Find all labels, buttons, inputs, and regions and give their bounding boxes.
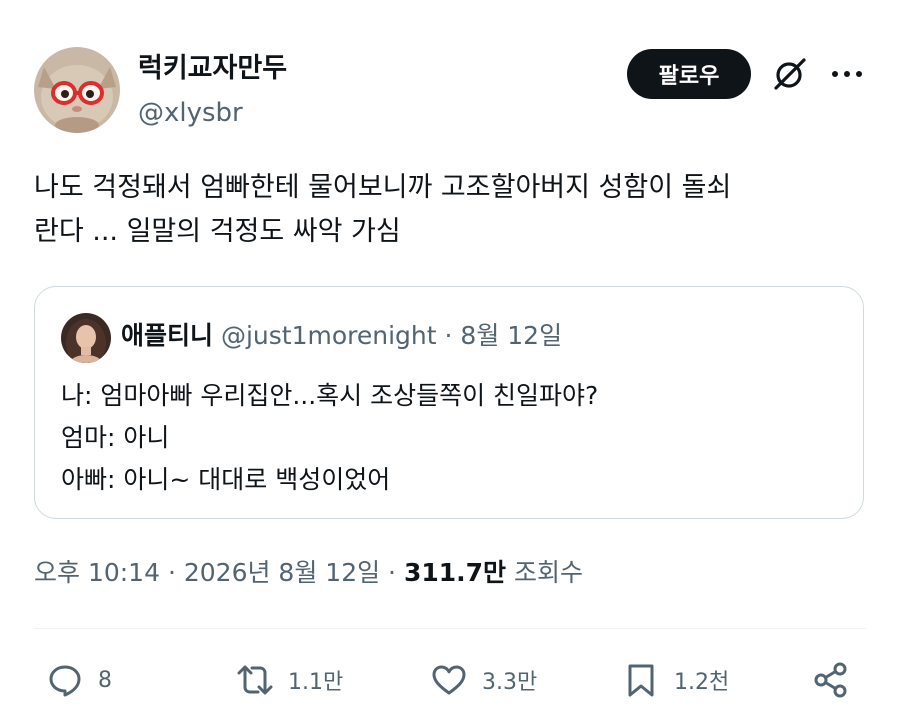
reply-button[interactable]: 8	[46, 650, 112, 710]
heart-icon	[432, 665, 466, 695]
quoted-tweet-card[interactable]: 애플티니 @just1morenight · 8월 12일 나: 엄마아빠 우리…	[34, 286, 864, 519]
tweet-meta: 오후 10:14 · 2026년 8월 12일 · 311.7만 조회수	[34, 555, 583, 591]
cat-with-glasses-avatar-icon	[34, 47, 120, 133]
author-display-name[interactable]: 럭키교자만두	[138, 52, 287, 86]
quote-text-line: 아빠: 아니~ 대대로 백성이었어	[61, 465, 391, 494]
tweet-detail: 럭키교자만두 @xlysbr 팔로우 나도 걱정돼서 엄빠한테 물어보니까 고조…	[0, 0, 900, 713]
retweet-icon	[237, 665, 273, 695]
tweet-text-line: 란다 ... 일말의 걱정도 싸악 가심	[34, 216, 401, 247]
quote-date[interactable]: 8월 12일	[460, 321, 562, 350]
bookmark-button[interactable]: 1.2천	[622, 650, 729, 710]
quote-text: 나: 엄마아빠 우리집안...혹시 조상들쪽이 친일파야? 엄마: 아니 아빠:…	[61, 375, 598, 501]
more-dots-icon[interactable]	[829, 56, 865, 92]
retweet-button[interactable]: 1.1만	[236, 650, 343, 710]
views-count[interactable]: 311.7만	[404, 558, 506, 587]
retweet-count: 1.1만	[288, 670, 344, 695]
person-avatar-icon	[61, 313, 111, 363]
share-button[interactable]	[812, 650, 850, 710]
like-count: 3.3만	[482, 670, 538, 695]
bookmark-count: 1.2천	[674, 670, 730, 695]
tweet-text: 나도 걱정돼서 엄빠한테 물어보니까 고조할아버지 성함이 돌쇠 란다 ... …	[34, 166, 874, 254]
author-handle[interactable]: @xlysbr	[138, 97, 243, 129]
divider	[34, 628, 866, 629]
meta-separator: ·	[167, 558, 176, 587]
quote-text-line: 엄마: 아니	[61, 423, 170, 452]
quote-author-avatar[interactable]	[61, 313, 111, 363]
action-bar: 8 1.1만 3.3만 1.2천	[0, 650, 900, 710]
tweet-date[interactable]: 2026년 8월 12일	[184, 558, 380, 587]
like-button[interactable]: 3.3만	[430, 650, 537, 710]
views-label: 조회수	[513, 558, 583, 587]
reply-icon	[49, 665, 81, 697]
grok-icon[interactable]	[771, 55, 809, 93]
quote-author-name[interactable]: 애플티니	[121, 321, 213, 350]
quote-header: 애플티니 @just1morenight · 8월 12일	[121, 319, 562, 353]
share-icon	[814, 662, 847, 698]
reply-count: 8	[98, 667, 112, 693]
bookmark-icon	[628, 664, 654, 697]
follow-button[interactable]: 팔로우	[627, 49, 751, 99]
quote-text-line: 나: 엄마아빠 우리집안...혹시 조상들쪽이 친일파야?	[61, 381, 599, 410]
meta-separator: ·	[388, 558, 396, 587]
tweet-time[interactable]: 오후 10:14	[34, 558, 160, 587]
quote-author-handle[interactable]: @just1morenight	[221, 321, 437, 350]
quote-separator: ·	[444, 321, 453, 350]
author-avatar[interactable]	[34, 47, 120, 133]
tweet-text-line: 나도 걱정돼서 엄빠한테 물어보니까 고조할아버지 성함이 돌쇠	[34, 172, 732, 203]
